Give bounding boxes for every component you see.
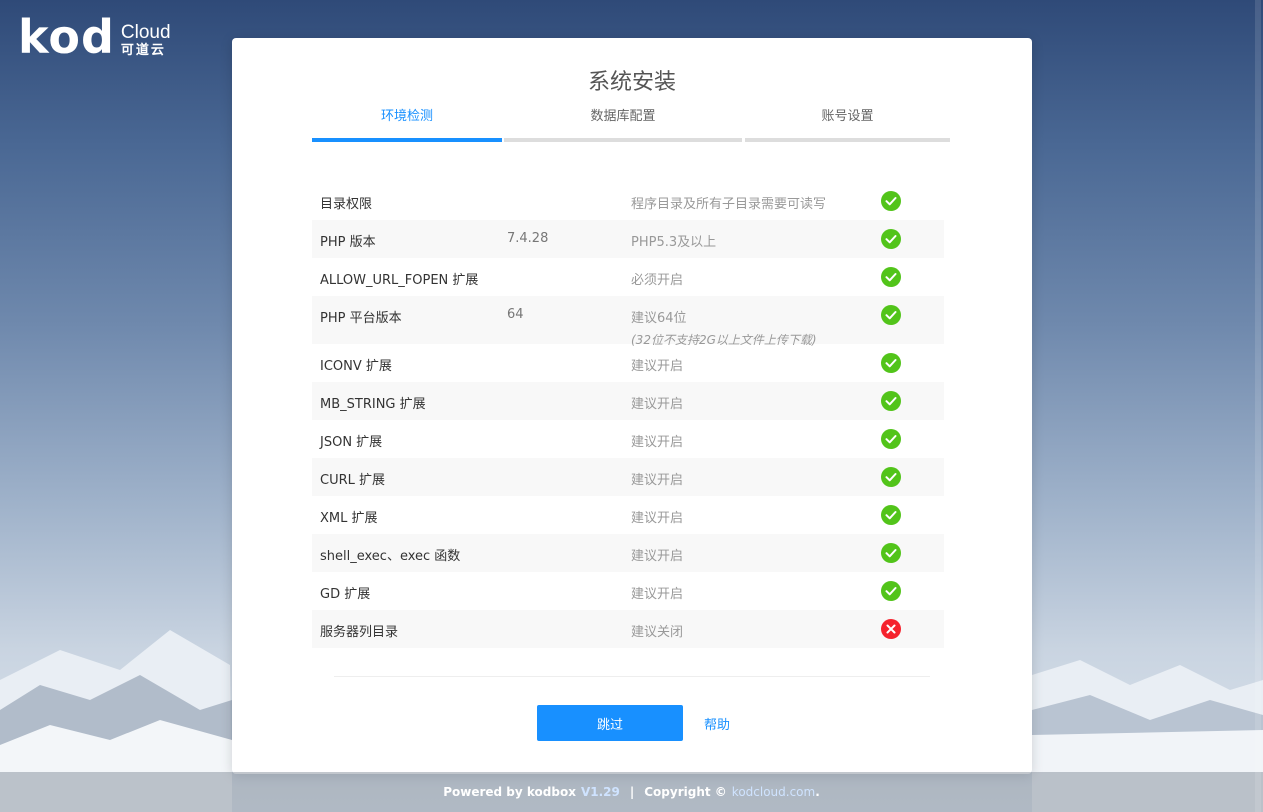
check-circle-icon — [881, 191, 901, 211]
logo-right: Cloud 可道云 — [120, 21, 171, 60]
check-circle-icon — [881, 353, 901, 373]
footer-separator: | — [629, 785, 635, 799]
check-requirement: 建议开启 — [631, 587, 684, 602]
check-circle-icon — [881, 505, 901, 525]
check-circle-icon — [881, 581, 901, 601]
step-progress-bar — [312, 138, 502, 142]
footer-suffix: . — [815, 785, 820, 799]
check-row-allow-url-fopen: ALLOW_URL_FOPEN 扩展 必须开启 — [312, 258, 944, 296]
check-name: ICONV 扩展 — [320, 359, 392, 374]
scrollbar-track[interactable] — [1255, 0, 1261, 812]
step-environment-check[interactable]: 环境检测 — [312, 98, 502, 142]
check-row-directory-permission: 目录权限 程序目录及所有子目录需要可读写 — [312, 182, 944, 220]
environment-check-table: 目录权限 程序目录及所有子目录需要可读写 PHP 版本 7.4.28 PHP5.… — [312, 182, 944, 648]
step-label: 数据库配置 — [590, 109, 656, 124]
check-name: XML 扩展 — [320, 511, 378, 526]
check-circle-icon — [881, 267, 901, 287]
step-label: 账号设置 — [821, 109, 874, 124]
footer-bar: Powered by kodbox V1.29 | Copyright © ko… — [0, 772, 1263, 812]
footer-domain-link[interactable]: kodcloud.com — [732, 785, 815, 799]
page-title: 系统安装 — [587, 70, 676, 95]
install-steps: 环境检测 数据库配置 账号设置 — [312, 98, 950, 142]
check-requirement: 建议关闭 — [631, 625, 684, 640]
logo-cn-text: 可道云 — [120, 42, 166, 58]
check-name: PHP 平台版本 — [320, 311, 402, 326]
step-label: 环境检测 — [380, 109, 433, 124]
check-value: 64 — [507, 307, 524, 322]
check-row-curl: CURL 扩展 建议开启 — [312, 458, 944, 496]
logo-kod-text: kod — [18, 10, 115, 64]
help-link[interactable]: 帮助 — [704, 714, 730, 733]
check-name: PHP 版本 — [320, 235, 376, 250]
footer-powered: Powered by kodbox — [443, 785, 576, 799]
check-row-shell-exec: shell_exec、exec 函数 建议开启 — [312, 534, 944, 572]
check-row-gd: GD 扩展 建议开启 — [312, 572, 944, 610]
check-circle-icon — [881, 429, 901, 449]
footer-copyright: Copyright © — [644, 785, 727, 799]
check-name: ALLOW_URL_FOPEN 扩展 — [320, 273, 479, 288]
check-name: MB_STRING 扩展 — [320, 397, 426, 412]
check-name: CURL 扩展 — [320, 473, 386, 488]
check-name: JSON 扩展 — [320, 435, 383, 450]
check-name: 服务器列目录 — [320, 625, 399, 640]
check-row-iconv: ICONV 扩展 建议开启 — [312, 344, 944, 382]
check-row-php-version: PHP 版本 7.4.28 PHP5.3及以上 — [312, 220, 944, 258]
check-circle-icon — [881, 391, 901, 411]
check-value: 7.4.28 — [507, 231, 549, 246]
step-progress-bar — [745, 138, 950, 142]
check-row-mb-string: MB_STRING 扩展 建议开启 — [312, 382, 944, 420]
check-requirement: 建议开启 — [631, 435, 684, 450]
step-database-config[interactable]: 数据库配置 — [504, 98, 742, 142]
check-row-directory-listing: 服务器列目录 建议关闭 — [312, 610, 944, 648]
check-name: GD 扩展 — [320, 587, 371, 602]
check-row-php-platform: PHP 平台版本 64 建议64位 (32位不支持2G以上文件上传下载) — [312, 296, 944, 347]
check-circle-icon — [881, 229, 901, 249]
step-progress-bar — [504, 138, 742, 142]
check-requirement: 程序目录及所有子目录需要可读写 — [631, 197, 827, 212]
check-row-xml: XML 扩展 建议开启 — [312, 496, 944, 534]
kodcloud-logo: kod Cloud 可道云 — [18, 14, 171, 60]
check-requirement: 必须开启 — [631, 273, 684, 288]
check-requirement: 建议开启 — [631, 473, 684, 488]
footer-version: V1.29 — [580, 785, 620, 799]
step-account-settings[interactable]: 账号设置 — [745, 98, 950, 142]
check-requirement: 建议64位 (32位不支持2G以上文件上传下载) — [631, 311, 817, 347]
logo-cloud-text: Cloud — [120, 21, 171, 43]
check-row-json: JSON 扩展 建议开启 — [312, 420, 944, 458]
install-panel: 系统安装 环境检测 数据库配置 账号设置 目录权限 程序目录及所有子目录需要可读… — [232, 38, 1032, 774]
check-requirement: PHP5.3及以上 — [631, 235, 717, 250]
check-requirement: 建议开启 — [631, 397, 684, 412]
check-circle-icon — [881, 305, 901, 325]
check-requirement: 建议开启 — [631, 511, 684, 526]
check-circle-icon — [881, 543, 901, 563]
skip-button[interactable]: 跳过 — [537, 705, 683, 741]
close-circle-icon — [881, 619, 901, 639]
check-name: shell_exec、exec 函数 — [320, 549, 461, 564]
section-divider — [334, 676, 930, 677]
check-circle-icon — [881, 467, 901, 487]
check-requirement: 建议开启 — [631, 359, 684, 374]
check-requirement: 建议开启 — [631, 549, 684, 564]
check-name: 目录权限 — [320, 197, 373, 212]
